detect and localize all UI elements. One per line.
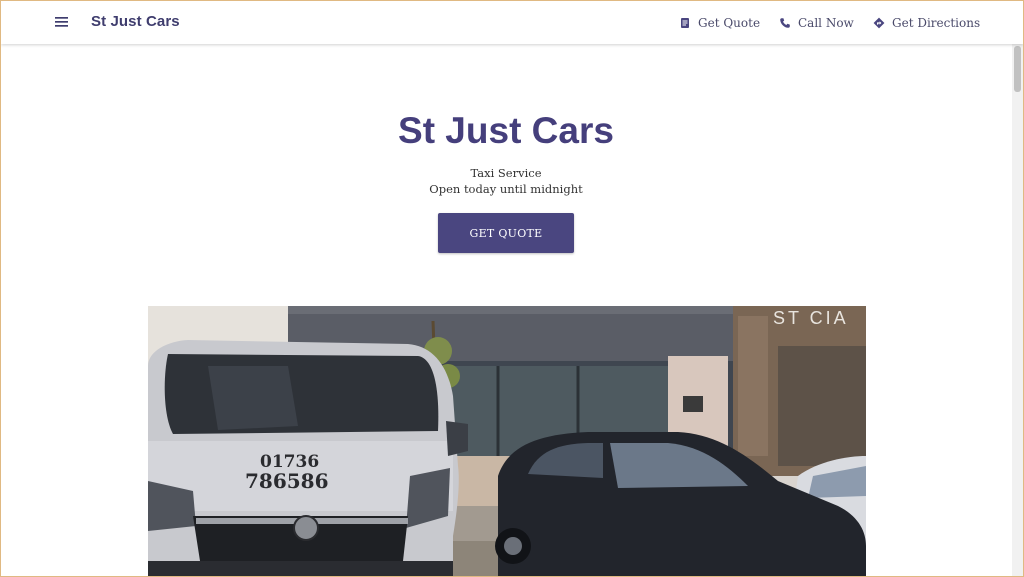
document-icon (681, 18, 689, 28)
phone-icon (780, 18, 790, 28)
nav-call-now[interactable]: Call Now (779, 14, 854, 32)
directions-icon (873, 17, 885, 29)
nav-get-quote-label: Get Quote (698, 16, 761, 30)
hero-photo: ST CIA 01736 786586 (148, 306, 866, 577)
building-sign: ST CIA (773, 308, 849, 328)
van-phone-line2: 786586 (245, 469, 329, 493)
scrollbar-thumb[interactable] (1014, 46, 1021, 92)
nav-call-now-label: Call Now (798, 16, 854, 30)
taxi-photo-illustration: ST CIA 01736 786586 (148, 306, 866, 577)
brand-name[interactable]: St Just Cars (91, 13, 180, 30)
hamburger-menu-icon[interactable] (54, 15, 70, 29)
nav-get-directions-label: Get Directions (892, 16, 981, 30)
hero-title: St Just Cars (398, 110, 614, 151)
vertical-scrollbar[interactable] (1012, 44, 1023, 576)
opening-hours: Open today until midnight (429, 182, 583, 196)
hero-subtitle: Taxi Service (470, 166, 542, 180)
nav-get-directions[interactable]: Get Directions (873, 14, 980, 32)
nav-get-quote[interactable]: Get Quote (679, 14, 760, 32)
get-quote-button[interactable]: GET QUOTE (438, 213, 574, 253)
top-app-bar: St Just Cars Get Quote Call Now Get Dire… (1, 1, 1023, 44)
